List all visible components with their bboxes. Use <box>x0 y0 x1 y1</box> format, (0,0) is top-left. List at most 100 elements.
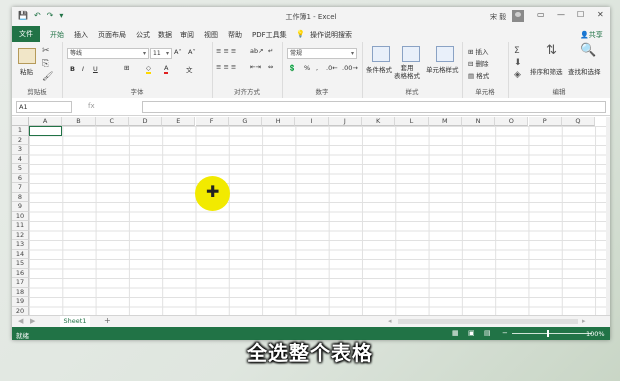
underline-icon[interactable]: U <box>93 65 98 73</box>
worksheet-grid[interactable]: ABCDEFGHIJKLMNOPQ 1 2 3 4 5 6 7 8 9 10 11 12 13 14 15 1… <box>12 117 606 315</box>
row-header[interactable]: 4 <box>12 154 29 164</box>
format-painter-icon[interactable]: 🖌 <box>42 72 53 82</box>
column-header[interactable]: H <box>262 117 296 126</box>
wrap-text-icon[interactable]: ↵ <box>268 47 273 55</box>
column-header[interactable]: P <box>528 117 562 126</box>
zoom-slider[interactable] <box>512 333 592 334</box>
vertical-scrollbar[interactable] <box>606 117 610 315</box>
column-header[interactable]: C <box>95 117 129 126</box>
copy-icon[interactable]: ⎘ <box>42 59 49 69</box>
tab-formulas[interactable]: 公式 <box>136 30 150 40</box>
accounting-format-icon[interactable]: 💲 <box>288 64 296 72</box>
number-format-select[interactable]: 常规 <box>287 48 357 59</box>
row-header[interactable]: 7 <box>12 183 29 193</box>
row-header[interactable]: 9 <box>12 202 29 212</box>
row-header[interactable]: 6 <box>12 173 29 183</box>
column-header[interactable]: B <box>62 117 96 126</box>
column-header[interactable]: G <box>228 117 263 126</box>
tab-review[interactable]: 审阅 <box>180 30 194 40</box>
tab-insert[interactable]: 插入 <box>74 30 88 40</box>
row-header[interactable]: 2 <box>12 135 29 145</box>
column-header[interactable]: F <box>195 117 229 126</box>
row-header[interactable]: 19 <box>12 297 29 307</box>
row-header[interactable]: 18 <box>12 287 29 297</box>
share-button[interactable]: 👤共享 <box>580 30 603 40</box>
indent-icon[interactable]: ⇤⇥ <box>250 63 261 71</box>
delete-cells-button[interactable]: ⊟ 删除 <box>468 58 489 68</box>
tab-pdf-tools[interactable]: PDF工具集 <box>252 30 287 40</box>
decrease-font-icon[interactable]: A˅ <box>188 48 196 56</box>
zoom-out-icon[interactable]: − <box>502 329 508 337</box>
active-cell[interactable] <box>29 126 62 136</box>
page-break-view-icon[interactable]: ▤ <box>484 329 491 337</box>
tab-page-layout[interactable]: 页面布局 <box>98 30 126 40</box>
column-header[interactable]: K <box>362 117 396 126</box>
paste-button[interactable]: 粘贴 <box>20 66 33 76</box>
italic-icon[interactable]: I <box>82 65 84 73</box>
fill-icon[interactable]: ⬇ <box>514 58 522 68</box>
find-select-icon[interactable]: 🔍 <box>580 44 596 57</box>
row-header[interactable]: 8 <box>12 192 29 202</box>
horizontal-scrollbar[interactable] <box>398 319 578 324</box>
column-header[interactable]: Q <box>561 117 596 126</box>
column-header[interactable]: M <box>428 117 462 126</box>
column-header[interactable]: A <box>29 117 63 126</box>
tab-file[interactable]: 文件 <box>12 26 40 42</box>
percent-icon[interactable]: % <box>304 64 310 72</box>
insert-cells-button[interactable]: ⊞ 插入 <box>468 46 489 56</box>
column-header[interactable]: L <box>395 117 429 126</box>
cell-area[interactable] <box>29 126 606 315</box>
tab-data[interactable]: 数据 <box>158 30 172 40</box>
row-header[interactable]: 5 <box>12 164 29 174</box>
font-name-select[interactable]: 等线 <box>67 48 149 59</box>
cell-styles-button[interactable]: 单元格样式 <box>426 64 459 74</box>
horizontal-align-icons[interactable]: ≡≡≡ <box>216 63 238 71</box>
maximize-icon[interactable]: ☐ <box>577 10 584 19</box>
row-header[interactable]: 16 <box>12 268 29 278</box>
fx-icon[interactable]: fx <box>88 102 95 110</box>
fill-color-icon[interactable]: ◇ <box>146 64 151 74</box>
decrease-decimal-icon[interactable]: .00→ <box>342 64 358 72</box>
row-header[interactable]: 17 <box>12 278 29 288</box>
increase-decimal-icon[interactable]: .0← <box>326 64 338 72</box>
row-header[interactable]: 3 <box>12 145 29 155</box>
minimize-icon[interactable]: — <box>557 10 565 19</box>
tab-view[interactable]: 视图 <box>204 30 218 40</box>
row-header[interactable]: 15 <box>12 259 29 269</box>
bold-icon[interactable]: B <box>70 65 75 73</box>
font-size-select[interactable]: 11 <box>150 48 172 59</box>
column-header[interactable]: N <box>461 117 496 126</box>
font-color-icon[interactable]: A <box>164 64 169 74</box>
orientation-icon[interactable]: ab↗ <box>250 47 264 55</box>
zoom-slider-knob[interactable] <box>547 330 549 337</box>
conditional-format-button[interactable]: 条件格式 <box>366 64 392 74</box>
ribbon-display-icon[interactable]: ▭ <box>537 10 545 19</box>
add-sheet-button[interactable]: + <box>104 316 111 325</box>
comma-style-icon[interactable]: , <box>316 64 318 72</box>
paste-icon[interactable] <box>18 48 36 64</box>
increase-font-icon[interactable]: A˄ <box>174 48 182 56</box>
tell-me-search[interactable]: 操作说明搜索 <box>310 30 352 40</box>
format-cells-button[interactable]: ▤ 格式 <box>468 70 489 80</box>
sort-filter-icon[interactable]: ⇅ <box>546 44 557 57</box>
conditional-format-icon[interactable] <box>372 46 390 62</box>
autosum-icon[interactable]: Σ <box>514 46 520 56</box>
sort-filter-button[interactable]: 排序和筛选 <box>530 66 563 76</box>
page-layout-view-icon[interactable]: ▣ <box>468 329 475 337</box>
row-header[interactable]: 1 <box>12 126 29 136</box>
row-header[interactable]: 13 <box>12 240 29 250</box>
merge-center-icon[interactable]: ⇔ <box>268 63 273 71</box>
column-header[interactable]: O <box>495 117 529 126</box>
row-header[interactable]: 10 <box>12 211 29 221</box>
phonetic-icon[interactable]: 文 <box>186 64 193 74</box>
name-box[interactable]: A1 <box>16 101 72 113</box>
hscroll-left-icon[interactable]: ◂ <box>388 317 392 325</box>
avatar[interactable] <box>512 10 524 22</box>
vertical-align-icons[interactable]: ≡≡≡ <box>216 47 238 55</box>
normal-view-icon[interactable]: ▦ <box>452 329 459 337</box>
find-select-button[interactable]: 查找和选择 <box>568 66 601 76</box>
tab-help[interactable]: 帮助 <box>228 30 242 40</box>
row-header[interactable]: 14 <box>12 249 29 259</box>
sheet-next-icon[interactable]: ▶ <box>30 317 35 325</box>
cut-icon[interactable]: ✂ <box>42 46 50 56</box>
